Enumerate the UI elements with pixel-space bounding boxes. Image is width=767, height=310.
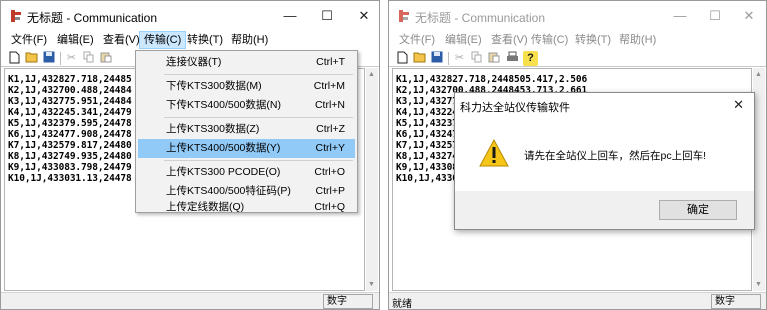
message-dialog: 科力达全站仪传输软件 ✕ 请先在全站仪上回车，然后在pc上回车! 确定 — [454, 92, 755, 230]
dialog-body: 请先在全站仪上回车，然后在pc上回车! — [455, 119, 754, 191]
menu-convert[interactable]: 转换(T) — [571, 31, 615, 49]
menu-edit[interactable]: 编辑(E) — [441, 31, 486, 49]
transfer-menu-dropdown: 连接仪器(T) Ctrl+T 下传KTS300数据(M) Ctrl+M 下传KTS4… — [135, 50, 358, 213]
left-communication-window: 无标题 - Communication — ☐ ✕ 文件(F) 编辑(E) 查看… — [0, 0, 380, 310]
help-icon[interactable]: ? — [523, 51, 538, 66]
num-lock-indicator: 数字 — [711, 294, 761, 309]
data-line: K7,1J,432579.817,24480 — [8, 140, 132, 151]
open-folder-icon[interactable] — [412, 51, 427, 66]
close-button[interactable]: ✕ — [734, 5, 764, 27]
open-folder-icon[interactable] — [24, 51, 39, 66]
dropdown-item-upload-alignment[interactable]: 上传定线数据(Q) Ctrl+Q — [138, 201, 355, 213]
right-communication-window: 无标题 - Communication — ☐ ✕ 文件(F) 编辑(E) 查看… — [388, 0, 767, 310]
close-button[interactable]: ✕ — [349, 5, 379, 27]
data-line: K1,1J,432827.718,2448505.417,2.506 — [396, 74, 588, 85]
warning-icon — [479, 139, 509, 167]
copy-icon[interactable] — [81, 51, 96, 66]
data-line: K9,1J,433083.798,24479 — [8, 162, 132, 173]
dropdown-item-download-kts300[interactable]: 下传KTS300数据(M) Ctrl+M — [138, 77, 355, 96]
status-bar: 数字 — [1, 292, 379, 309]
paste-icon[interactable] — [486, 51, 501, 66]
data-line: K4,1J,432245.341,24479 — [8, 107, 132, 118]
title-bar[interactable]: 无标题 - Communication — ☐ ✕ — [1, 1, 379, 31]
app-icon — [11, 10, 21, 22]
toolbar: ✂ ? — [389, 50, 766, 67]
window-title: 无标题 - Communication — [27, 11, 158, 25]
menu-bar: 文件(F) 编辑(E) 查看(V) 传输(C) 转换(T) 帮助(H) — [1, 31, 379, 49]
vertical-scrollbar[interactable]: ▲ ▼ — [366, 68, 378, 291]
maximize-button[interactable]: ☐ — [700, 5, 730, 27]
menu-bar: 文件(F) 编辑(E) 查看(V) 传输(C) 转换(T) 帮助(H) — [389, 31, 766, 49]
save-icon[interactable] — [429, 51, 444, 66]
menu-view[interactable]: 查看(V) — [487, 31, 532, 49]
new-file-icon[interactable] — [395, 51, 410, 66]
scroll-down-icon[interactable]: ▼ — [755, 281, 762, 288]
menu-help[interactable]: 帮助(H) — [615, 31, 660, 49]
menu-file[interactable]: 文件(F) — [7, 31, 51, 49]
menu-transfer[interactable]: 传输(C) — [527, 31, 572, 49]
cut-icon[interactable]: ✂ — [64, 51, 79, 66]
window-title: 无标题 - Communication — [415, 11, 546, 25]
status-bar: 就绪 数字 — [389, 292, 766, 309]
num-lock-indicator: 数字 — [323, 294, 373, 309]
minimize-button[interactable]: — — [275, 5, 305, 27]
data-line: K5,1J,432379.595,24478 — [8, 118, 132, 129]
data-line: K3,1J,432775.951,24484 — [8, 96, 132, 107]
scroll-up-icon[interactable]: ▲ — [368, 71, 375, 78]
dialog-close-button[interactable]: ✕ — [733, 97, 744, 113]
dialog-message: 请先在全站仪上回车，然后在pc上回车! — [524, 150, 707, 162]
save-icon[interactable] — [41, 51, 56, 66]
app-icon — [399, 10, 409, 22]
dropdown-item-upload-feature-code[interactable]: 上传KTS400/500特征码(P) Ctrl+P — [138, 182, 355, 201]
dropdown-item-download-kts400[interactable]: 下传KTS400/500数据(N) Ctrl+N — [138, 96, 355, 115]
print-icon[interactable] — [505, 51, 520, 66]
menu-edit[interactable]: 编辑(E) — [53, 31, 98, 49]
dropdown-item-upload-pcode[interactable]: 上传KTS300 PCODE(O) Ctrl+O — [138, 163, 355, 182]
data-line: K10,1J,433031.13,24478 — [8, 173, 132, 184]
dropdown-item-upload-kts300[interactable]: 上传KTS300数据(Z) Ctrl+Z — [138, 120, 355, 139]
menu-file[interactable]: 文件(F) — [395, 31, 439, 49]
data-line: K1,1J,432827.718,24485 — [8, 74, 132, 85]
new-file-icon[interactable] — [7, 51, 22, 66]
menu-view[interactable]: 查看(V) — [99, 31, 144, 49]
dropdown-item-connect[interactable]: 连接仪器(T) Ctrl+T — [138, 53, 355, 72]
dialog-title-bar[interactable]: 科力达全站仪传输软件 ✕ — [455, 93, 754, 119]
paste-icon[interactable] — [98, 51, 113, 66]
dropdown-item-upload-kts400[interactable]: 上传KTS400/500数据(Y) Ctrl+Y — [138, 139, 355, 158]
copy-icon[interactable] — [469, 51, 484, 66]
data-line: K8,1J,432749.935,24480 — [8, 151, 132, 162]
menu-help[interactable]: 帮助(H) — [227, 31, 272, 49]
scroll-up-icon[interactable]: ▲ — [755, 71, 762, 78]
ok-button[interactable]: 确定 — [659, 200, 737, 220]
data-line: K6,1J,432477.908,24478 — [8, 129, 132, 140]
title-bar[interactable]: 无标题 - Communication — ☐ ✕ — [389, 1, 766, 31]
scroll-down-icon[interactable]: ▼ — [368, 281, 375, 288]
data-line: K2,1J,432700.488,24484 — [8, 85, 132, 96]
dialog-title: 科力达全站仪传输软件 — [460, 102, 570, 114]
status-text: 就绪 — [392, 299, 412, 310]
menu-transfer[interactable]: 传输(C) — [139, 31, 187, 49]
maximize-button[interactable]: ☐ — [312, 5, 342, 27]
cut-icon[interactable]: ✂ — [452, 51, 467, 66]
minimize-button[interactable]: — — [665, 5, 695, 27]
menu-convert[interactable]: 转换(T) — [183, 31, 227, 49]
